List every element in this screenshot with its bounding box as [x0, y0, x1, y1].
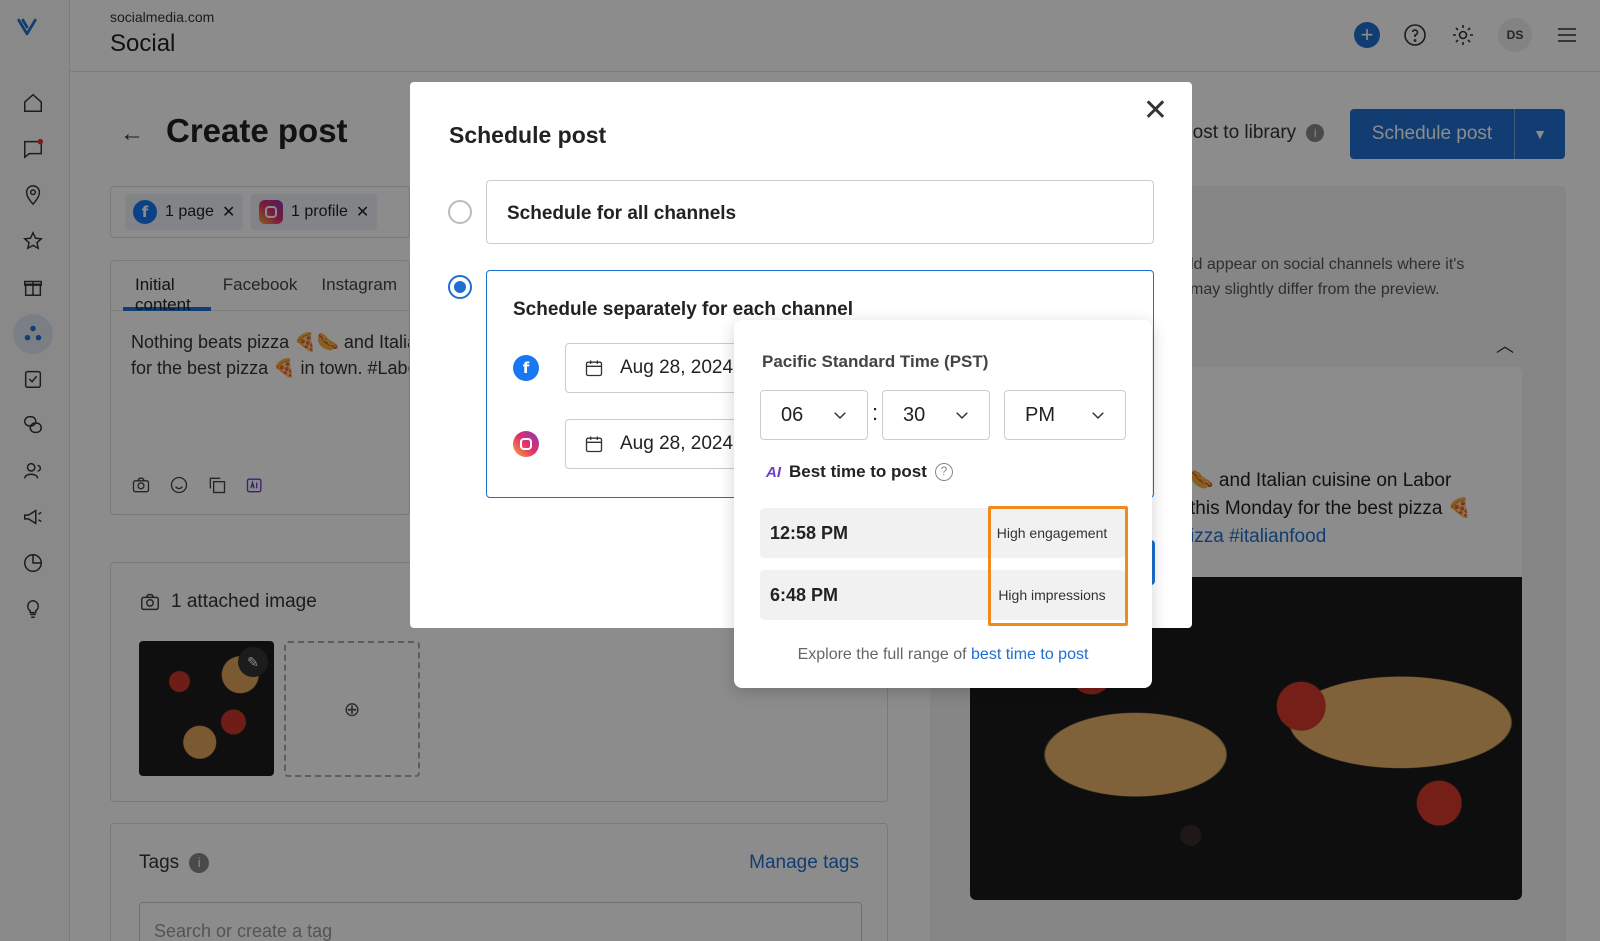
chevron-down-icon	[1092, 412, 1104, 420]
suggestion-time: 6:48 PM	[770, 584, 839, 605]
instagram-schedule-row: Aug 28, 2024	[513, 419, 755, 469]
facebook-date-value: Aug 28, 2024	[620, 357, 734, 378]
best-time-header: AI Best time to post ?	[766, 462, 953, 482]
help-icon[interactable]: ?	[934, 463, 953, 481]
hour-select[interactable]: 06	[760, 390, 868, 440]
modal-title: Schedule post	[449, 122, 607, 148]
best-time-suggestion[interactable]: 6:48 PM High impressions	[760, 570, 1126, 620]
calendar-icon	[585, 360, 603, 377]
instagram-icon	[513, 431, 539, 457]
suggestion-tag: High engagement	[996, 525, 1108, 541]
instagram-date-picker[interactable]: Aug 28, 2024	[565, 419, 755, 469]
option-schedule-all[interactable]: Schedule for all channels	[486, 180, 1154, 244]
close-icon[interactable]: ✕	[1143, 96, 1168, 126]
ai-sparkle-icon: AI	[766, 463, 781, 481]
best-time-suggestion[interactable]: 12:58 PM High engagement	[760, 508, 1126, 558]
minute-select[interactable]: 30	[882, 390, 990, 440]
chevron-down-icon	[834, 412, 846, 420]
time-separator: :	[872, 400, 879, 425]
facebook-icon: f	[513, 355, 539, 381]
ampm-value: PM	[1025, 403, 1055, 426]
best-time-link[interactable]: best time to post	[971, 646, 1088, 663]
hour-value: 06	[781, 403, 804, 426]
suggestion-time: 12:58 PM	[770, 522, 849, 543]
option-separate-label: Schedule separately for each channel	[513, 299, 854, 320]
radio-schedule-all[interactable]	[448, 200, 472, 224]
ampm-select[interactable]: PM	[1004, 390, 1126, 440]
suggestion-tag: High impressions	[998, 587, 1106, 603]
facebook-schedule-row: f Aug 28, 2024	[513, 343, 755, 393]
minute-value: 30	[903, 403, 926, 426]
best-time-label: Best time to post	[789, 462, 927, 481]
chevron-down-icon	[956, 412, 968, 420]
instagram-date-value: Aug 28, 2024	[620, 433, 734, 454]
calendar-icon	[585, 436, 603, 453]
radio-schedule-separately[interactable]	[448, 275, 472, 299]
explore-prefix: Explore the full range of	[797, 646, 972, 663]
time-picker-popover: Pacific Standard Time (PST) 06 : 30 PM A…	[734, 320, 1152, 688]
explore-text: Explore the full range of best time to p…	[734, 646, 1152, 664]
timezone-label: Pacific Standard Time (PST)	[762, 352, 989, 371]
facebook-date-picker[interactable]: Aug 28, 2024	[565, 343, 755, 393]
